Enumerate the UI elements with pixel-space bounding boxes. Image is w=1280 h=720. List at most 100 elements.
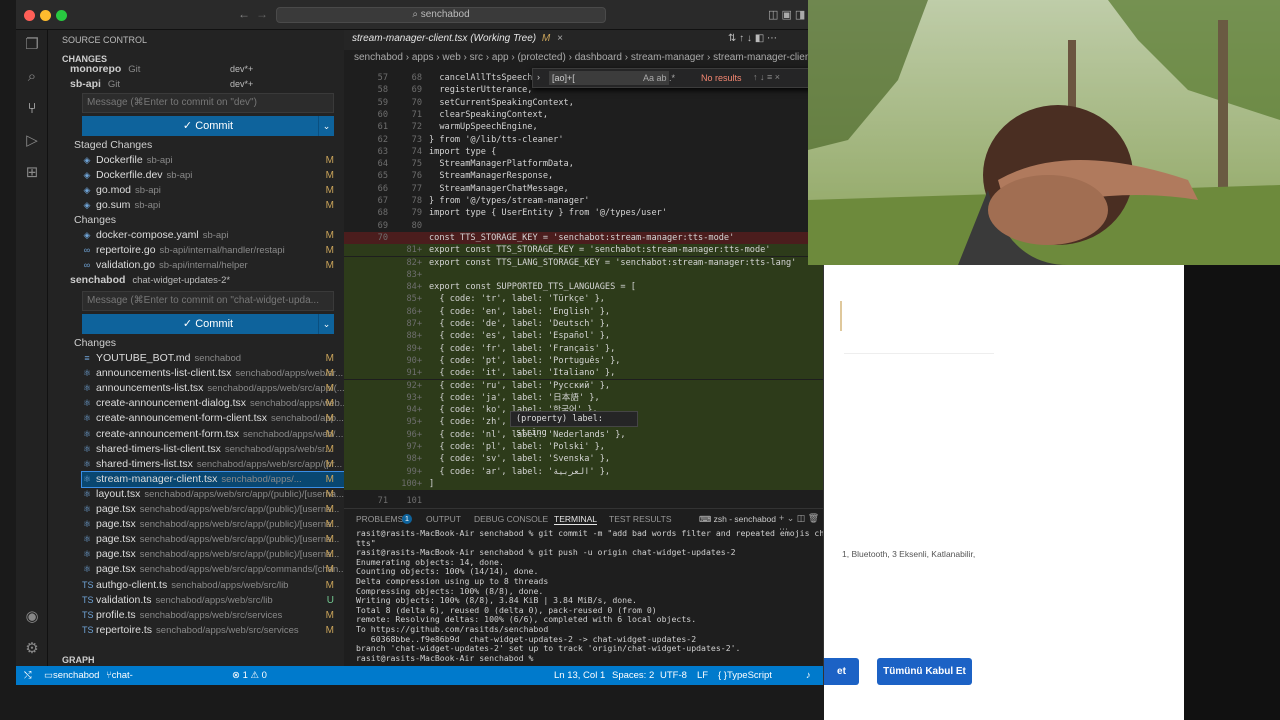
graph-section-header[interactable]: GRAPH xyxy=(62,653,344,666)
changed-file-row[interactable]: TS profile.ts senchabod/apps/web/src/servi… xyxy=(82,608,344,623)
breadcrumb-item[interactable]: app xyxy=(492,52,509,63)
code-line[interactable]: 83+ xyxy=(344,268,823,282)
repo-senchabod[interactable]: senchabod chat-widget-updates-2* xyxy=(70,273,344,288)
chevron-right-icon[interactable]: › xyxy=(537,72,540,82)
sbapi-commit-message-input[interactable]: Message (⌘Enter to commit on "dev") xyxy=(82,93,334,113)
code-line[interactable]: 89+ { code: 'fr', label: 'Français' }, xyxy=(344,342,823,355)
repo-branch[interactable]: dev*+ xyxy=(230,62,253,77)
changed-file-row[interactable]: ≡ YOUTUBE_BOT.md senchabod M xyxy=(82,351,344,366)
code-line[interactable]: 60 71 clearSpeakingContext, xyxy=(344,109,823,121)
changed-file-row[interactable]: ◈ go.sum sb-api M xyxy=(82,198,344,213)
search-icon[interactable]: ⌕ xyxy=(23,68,41,86)
changed-file-row[interactable]: ⚛ page.tsx senchabod/apps/web/src/app/(pub… xyxy=(82,547,344,562)
code-line[interactable]: 86+ { code: 'en', label: 'English' }, xyxy=(344,305,823,318)
sbapi-commit-button[interactable]: ✓ Commit ⌄ xyxy=(82,116,334,136)
breadcrumb-item[interactable]: apps xyxy=(412,52,434,63)
terminal-output[interactable]: rasit@rasits-MacBook-Air senchabod % git… xyxy=(356,528,823,663)
status-language[interactable]: { } TypeScript JSX xyxy=(718,666,772,685)
chevron-down-icon[interactable]: ⌄ xyxy=(318,314,334,334)
repo-branch[interactable]: chat-widget-updates-2* xyxy=(132,275,230,286)
code-line[interactable]: 99+ { code: 'ar', label: 'العربية' }, xyxy=(344,465,823,478)
changed-file-row[interactable]: ⚛ shared-timers-list-client.tsx senchabod/… xyxy=(82,442,344,457)
code-line[interactable]: 90+ { code: 'pt', label: 'Português' }, xyxy=(344,354,823,368)
senchabod-commit-button[interactable]: ✓ Commit ⌄ xyxy=(82,314,334,334)
terminal-shell-selector[interactable]: ⌨ zsh - senchabod xyxy=(699,514,776,525)
status-spaces[interactable]: Spaces: 2 xyxy=(612,666,654,685)
editor-actions-icon[interactable]: ⇅ ↑ ↓ ◧ ⋯ xyxy=(728,33,777,44)
changed-file-row[interactable]: TS repertoire.ts senchabod/apps/web/src/se… xyxy=(82,623,344,638)
sbapi-changes-header[interactable]: Changes 3 xyxy=(74,213,344,228)
find-options[interactable]: Aa ab .* xyxy=(643,73,675,83)
panel-tab[interactable]: PROBLEMS xyxy=(356,514,403,524)
changed-file-row[interactable]: ⚛ page.tsx senchabod/apps/web/src/app/(pub… xyxy=(82,517,344,532)
panel-tab[interactable]: OUTPUT xyxy=(426,514,461,524)
breadcrumb-item[interactable]: dashboard xyxy=(575,52,622,63)
repo-monorepo[interactable]: monorepo Git dev*+ xyxy=(70,62,344,77)
extensions-icon[interactable]: ⊞ xyxy=(23,164,41,182)
chevron-down-icon[interactable]: ⌄ xyxy=(318,116,334,136)
code-line[interactable]: 97+ { code: 'pl', label: 'Polski' }, xyxy=(344,441,823,454)
changed-file-row[interactable]: ◈ go.mod sb-api M xyxy=(82,183,344,198)
changed-file-row[interactable]: ⚛ announcements-list.tsx senchabod/apps/we… xyxy=(82,381,344,396)
staged-changes-header[interactable]: Staged Changes 4 xyxy=(74,138,344,153)
breadcrumb-item[interactable]: senchabod xyxy=(354,52,403,63)
remote-icon[interactable]: ⤭ xyxy=(24,666,32,685)
changed-file-row[interactable]: ⚛ page.tsx senchabod/apps/web/src/app/(pub… xyxy=(82,532,344,547)
changed-file-row[interactable]: ⚛ layout.tsx senchabod/apps/web/src/app/(p… xyxy=(82,487,344,502)
code-line[interactable]: 61 72 warmUpSpeechEngine, xyxy=(344,121,823,133)
changed-file-row[interactable]: TS validation.ts senchabod/apps/web/src/li… xyxy=(82,593,344,608)
code-line[interactable]: 81+ export const TTS_STORAGE_KEY = 'sench… xyxy=(344,244,823,257)
changed-file-row[interactable]: TS authgo-client.ts senchabod/apps/web/src… xyxy=(82,578,344,593)
status-repo[interactable]: ▭ senchabod xyxy=(44,666,99,685)
code-line[interactable]: 91+ { code: 'it', label: 'Italiano' }, xyxy=(344,367,823,380)
panel-tab[interactable]: DEBUG CONSOLE xyxy=(474,514,548,524)
accept-all-button[interactable]: Tümünü Kabul Et xyxy=(877,658,972,685)
changed-file-row[interactable]: ⚛ page.tsx senchabod/apps/web/src/app/comm… xyxy=(82,562,344,577)
breadcrumb-item[interactable]: stream-manager xyxy=(631,52,704,63)
breadcrumb-item[interactable]: (protected) xyxy=(517,52,565,63)
code-line[interactable]: 65 76 StreamManagerResponse, xyxy=(344,170,823,182)
code-line[interactable]: 68 79 import type { UserEntity } from '@/t… xyxy=(344,207,823,219)
notifications-icon[interactable]: ♪ xyxy=(806,666,811,685)
senchabod-changes-header[interactable]: Changes 21 xyxy=(74,336,344,351)
command-center-search[interactable]: ⌕ senchabod xyxy=(276,7,606,23)
code-line[interactable]: 67 78} from '@/types/stream-manager' xyxy=(344,195,823,207)
changed-file-row[interactable]: ⚛ announcements-list-client.tsx senchabod/… xyxy=(82,366,344,381)
changed-file-row[interactable]: ⚛ page.tsx senchabod/apps/web/src/app/(pub… xyxy=(82,502,344,517)
source-control-icon[interactable]: ⑂ xyxy=(23,100,41,118)
code-line[interactable]: 92+ { code: 'ru', label: 'Русский' }, xyxy=(344,379,823,392)
forward-arrow-icon[interactable]: → xyxy=(256,7,268,21)
code-line[interactable]: 84+ export const SUPPORTED_TTS_LANGUAGES … xyxy=(344,281,823,294)
run-debug-icon[interactable]: ▷ xyxy=(23,132,41,150)
changed-file-row[interactable]: ◈ Dockerfile sb-api M xyxy=(82,153,344,168)
panel-tab[interactable]: TEST RESULTS xyxy=(609,514,672,524)
changed-file-row[interactable]: ⚛ stream-manager-client.tsx senchabod/apps… xyxy=(81,470,344,488)
layout-toggle-icon[interactable]: ◫ ▣ ◨ xyxy=(768,8,805,21)
breadcrumb-item[interactable]: stream-manager-client... xyxy=(713,52,821,63)
changed-file-row[interactable]: ◈ docker-compose.yaml sb-api M xyxy=(82,228,344,243)
settings-gear-icon[interactable]: ⚙ xyxy=(23,640,41,658)
code-line[interactable]: 59 70 setCurrentSpeakingContext, xyxy=(344,97,823,109)
find-nav-icon[interactable]: ↑ ↓ ≡ × xyxy=(753,72,780,82)
code-line[interactable]: 62 73} from '@/lib/tts-cleaner' xyxy=(344,134,823,146)
zoom-window-button[interactable] xyxy=(56,10,67,21)
editor-tab[interactable]: stream-manager-client.tsx (Working Tree)… xyxy=(352,33,563,44)
code-line[interactable]: 88+ { code: 'es', label: 'Español' }, xyxy=(344,330,823,343)
code-line[interactable]: 85+ { code: 'tr', label: 'Türkçe' }, xyxy=(344,293,823,306)
repo-branch[interactable]: dev*+ xyxy=(230,77,253,92)
explorer-icon[interactable]: ❐ xyxy=(23,36,41,54)
changed-file-row[interactable]: ⚛ create-announcement-form-client.tsx senc… xyxy=(82,411,344,426)
changed-file-row[interactable]: ⚛ create-announcement-dialog.tsx senchabod… xyxy=(82,396,344,411)
status-position[interactable]: Ln 13, Col 1 xyxy=(554,666,605,685)
changed-file-row[interactable]: ∞ validation.go sb-api/internal/helper M xyxy=(82,258,344,273)
breadcrumb-item[interactable]: web xyxy=(442,52,460,63)
status-problems[interactable]: ⊗ 1 ⚠ 0 xyxy=(232,666,267,685)
status-encoding[interactable]: UTF-8 xyxy=(660,666,687,685)
code-line[interactable]: 63 74 import type { xyxy=(344,146,823,158)
code-line[interactable]: 87+ { code: 'de', label: 'Deutsch' }, xyxy=(344,318,823,331)
code-line[interactable]: 98+ { code: 'sv', label: 'Svenska' }, xyxy=(344,453,823,466)
code-line[interactable]: 64 75 StreamManagerPlatformData, xyxy=(344,158,823,170)
code-line[interactable]: 82+ export const TTS_LANG_STORAGE_KEY = '… xyxy=(344,256,823,269)
code-line[interactable]: 71 101 xyxy=(344,495,823,507)
close-tab-icon[interactable]: × xyxy=(557,33,563,44)
